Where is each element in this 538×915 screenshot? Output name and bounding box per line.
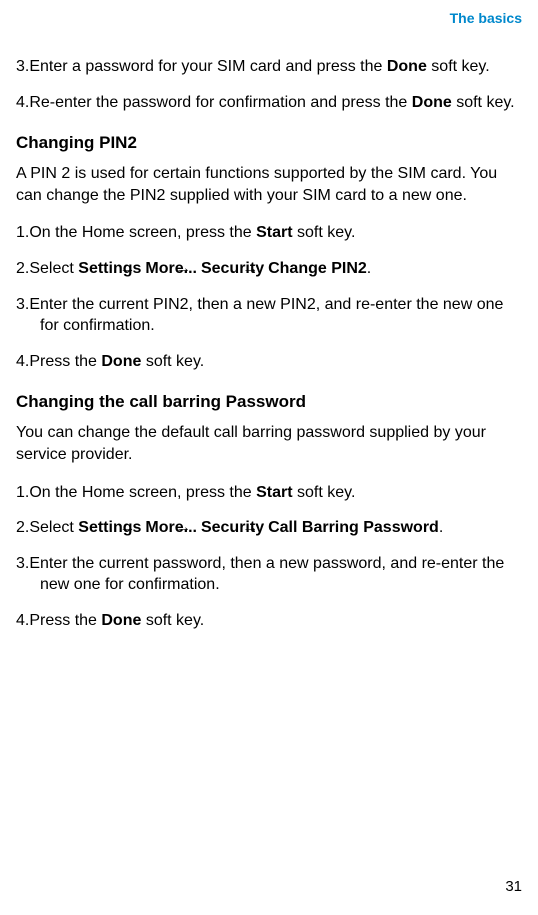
- list-item: 1.On the Home screen, press the Start so…: [16, 222, 522, 244]
- heading-changing-pin2: Changing PIN2: [16, 133, 522, 153]
- item-number: 3.: [16, 58, 29, 75]
- heading-call-barring: Changing the call barring Password: [16, 392, 522, 412]
- page-header: The basics: [16, 10, 522, 26]
- intro-paragraph: You can change the default call barring …: [16, 422, 522, 465]
- page-number: 31: [505, 878, 522, 895]
- item-text-a: Re-enter the password for confirmation a…: [29, 94, 411, 111]
- item-text-c: soft key.: [141, 612, 204, 629]
- item-number: 2.: [16, 260, 29, 277]
- item-text-bold: Done: [101, 353, 141, 370]
- intro-paragraph: A PIN 2 is used for certain functions su…: [16, 163, 522, 206]
- item-text-a: On the Home screen, press the: [29, 224, 256, 241]
- item-text-c: soft key.: [452, 94, 515, 111]
- list-item: 2.Select Settings → More... → Security →…: [16, 258, 522, 280]
- item-text-a: Select: [29, 260, 78, 277]
- item-text-c: soft key.: [293, 484, 356, 501]
- item-number: 3.: [16, 555, 29, 572]
- item-text-a: Select: [29, 519, 78, 536]
- item-text-a: Press the: [29, 353, 101, 370]
- list-item: 2.Select Settings → More... → Security →…: [16, 517, 522, 539]
- item-number: 1.: [16, 224, 29, 241]
- list-item: 3.Enter the current PIN2, then a new PIN…: [16, 294, 522, 337]
- item-number: 4.: [16, 94, 29, 111]
- item-number: 4.: [16, 353, 29, 370]
- call-barring-list: 1.On the Home screen, press the Start so…: [16, 482, 522, 632]
- item-text-a: Enter the current PIN2, then a new PIN2,…: [29, 296, 503, 335]
- list-item: 4.Press the Done soft key.: [16, 351, 522, 373]
- list-item: 4.Re-enter the password for confirmation…: [16, 92, 522, 114]
- pin2-list: 1.On the Home screen, press the Start so…: [16, 222, 522, 372]
- continuation-list: 3.Enter a password for your SIM card and…: [16, 56, 522, 113]
- item-number: 3.: [16, 296, 29, 313]
- item-bold-4: Change PIN2: [268, 260, 367, 277]
- item-number: 4.: [16, 612, 29, 629]
- item-text-a: Enter a password for your SIM card and p…: [29, 58, 387, 75]
- list-item: 3.Enter a password for your SIM card and…: [16, 56, 522, 78]
- item-text-c: soft key.: [293, 224, 356, 241]
- item-number: 2.: [16, 519, 29, 536]
- item-text-c: soft key.: [141, 353, 204, 370]
- item-text-c: .: [439, 519, 443, 536]
- item-text-bold: Done: [412, 94, 452, 111]
- list-item: 3.Enter the current password, then a new…: [16, 553, 522, 596]
- item-text-c: soft key.: [427, 58, 490, 75]
- item-text-a: Enter the current password, then a new p…: [29, 555, 504, 594]
- item-bold-4: Call Barring Password: [268, 519, 439, 536]
- item-text-bold: Done: [101, 612, 141, 629]
- item-text-bold: Done: [387, 58, 427, 75]
- item-text-c: .: [367, 260, 371, 277]
- item-text-a: Press the: [29, 612, 101, 629]
- item-text-a: On the Home screen, press the: [29, 484, 256, 501]
- list-item: 1.On the Home screen, press the Start so…: [16, 482, 522, 504]
- item-text-bold: Start: [256, 484, 292, 501]
- item-number: 1.: [16, 484, 29, 501]
- list-item: 4.Press the Done soft key.: [16, 610, 522, 632]
- item-text-bold: Start: [256, 224, 292, 241]
